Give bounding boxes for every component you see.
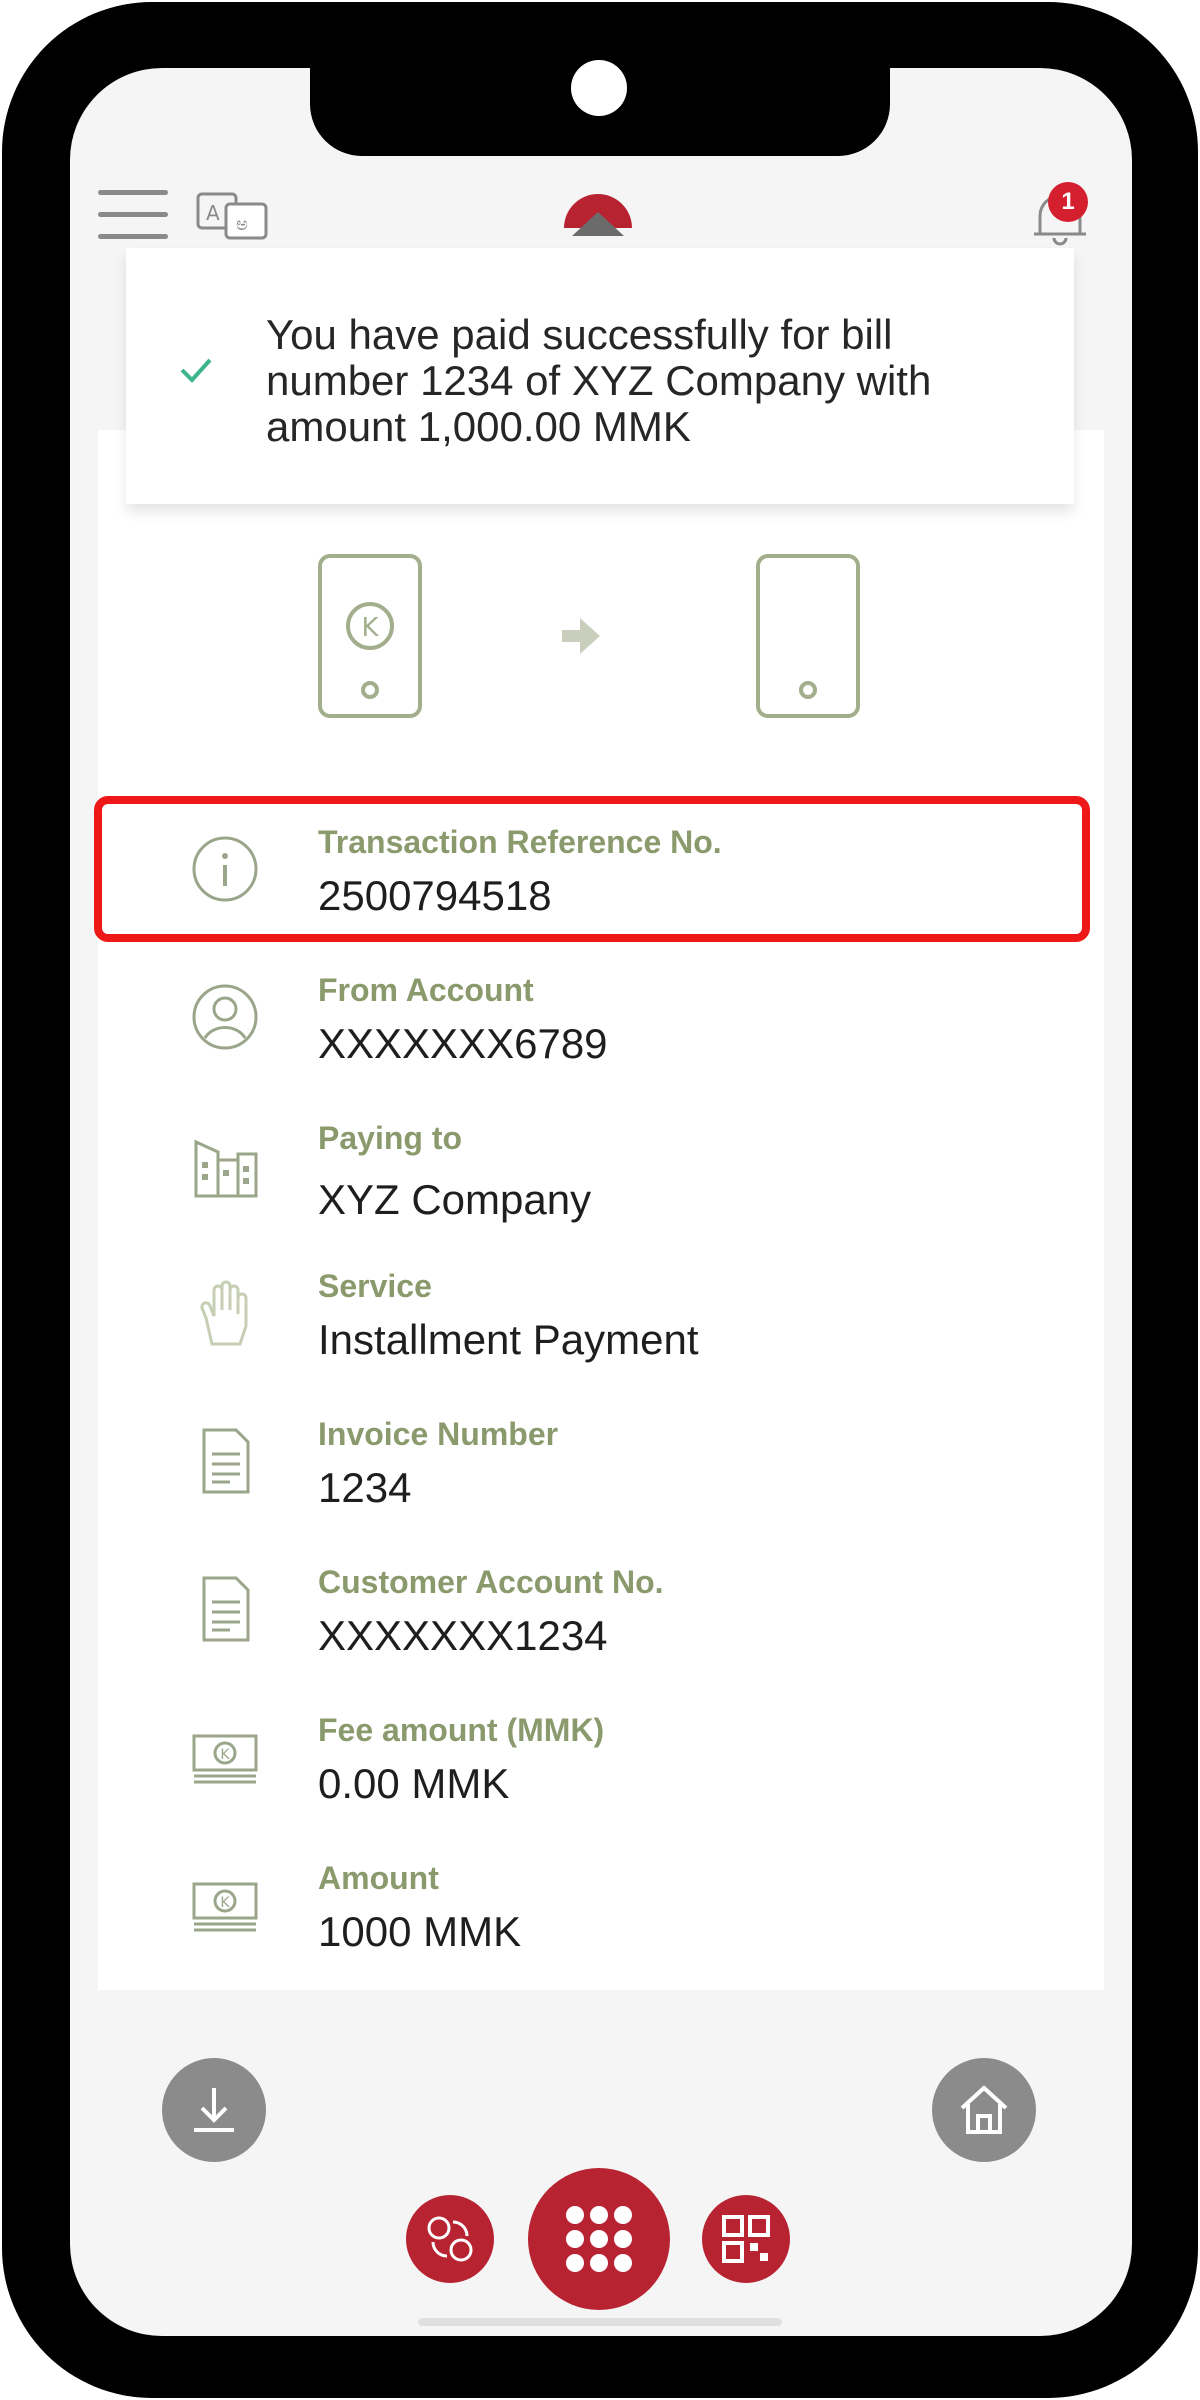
building-icon (190, 1130, 260, 1200)
home-icon (960, 2085, 1008, 2134)
document-icon (190, 1574, 260, 1644)
main-menu-button[interactable] (528, 2168, 670, 2310)
detail-row-customer-account: Customer Account No. XXXXXXX1234 (98, 1558, 1104, 1698)
home-indicator-bar (418, 2318, 782, 2326)
money-icon: K (190, 1722, 260, 1792)
svg-text:K: K (220, 1895, 230, 1911)
detail-value: 1000 MMK (318, 1908, 522, 1955)
bank-logo (560, 178, 636, 240)
check-icon (178, 352, 214, 388)
hamburger-menu-icon[interactable] (98, 190, 168, 242)
language-toggle-icon[interactable]: A ಅ (196, 190, 270, 244)
detail-row-amount: K Amount 1000 MMK (98, 1854, 1104, 1994)
detail-value: Installment Payment (318, 1316, 699, 1363)
detail-value: 1234 (318, 1464, 412, 1511)
home-button[interactable] (932, 2058, 1036, 2162)
detail-row-paying-to: Paying to XYZ Company (98, 1114, 1104, 1254)
toast-message: You have paid successfully for bill numb… (266, 311, 932, 450)
detail-row-service: Service Installment Payment (98, 1262, 1104, 1402)
qr-scan-button[interactable] (702, 2195, 790, 2283)
transfer-icon (427, 2216, 473, 2262)
detail-row-fee-amount: K Fee amount (MMK) 0.00 MMK (98, 1706, 1104, 1846)
transaction-ref-highlight (94, 796, 1090, 942)
detail-value: XXXXXXX1234 (318, 1612, 608, 1659)
qr-code-icon (722, 2215, 770, 2263)
detail-label: Customer Account No. (318, 1564, 664, 1600)
svg-text:K: K (220, 1747, 230, 1763)
grid-icon (566, 2206, 632, 2272)
success-toast: You have paid successfully for bill numb… (126, 248, 1074, 504)
detail-row-invoice-number: Invoice Number 1234 (98, 1410, 1104, 1550)
detail-row-from-account: From Account XXXXXXX6789 (98, 966, 1104, 1106)
detail-value: XYZ Company (318, 1176, 592, 1223)
front-camera (571, 60, 627, 116)
user-icon (190, 982, 260, 1052)
detail-label: Service (318, 1268, 432, 1304)
transfer-illustration: K (318, 554, 864, 720)
detail-label: From Account (318, 972, 534, 1008)
detail-label: Invoice Number (318, 1416, 559, 1452)
download-receipt-button[interactable] (162, 2058, 266, 2162)
detail-label: Paying to (318, 1120, 463, 1156)
svg-text:ಅ: ಅ (236, 214, 248, 235)
document-icon (190, 1426, 260, 1496)
detail-value: 0.00 MMK (318, 1760, 510, 1807)
transfer-nav-button[interactable] (406, 2195, 494, 2283)
svg-text:K: K (361, 613, 379, 643)
detail-value: XXXXXXX6789 (318, 1020, 608, 1067)
money-icon: K (190, 1870, 260, 1940)
notification-count-badge: 1 (1048, 182, 1088, 222)
detail-label: Fee amount (MMK) (318, 1712, 605, 1748)
hand-icon (190, 1278, 260, 1348)
detail-label: Amount (318, 1860, 439, 1896)
download-icon (194, 2088, 234, 2132)
svg-text:A: A (206, 201, 220, 225)
